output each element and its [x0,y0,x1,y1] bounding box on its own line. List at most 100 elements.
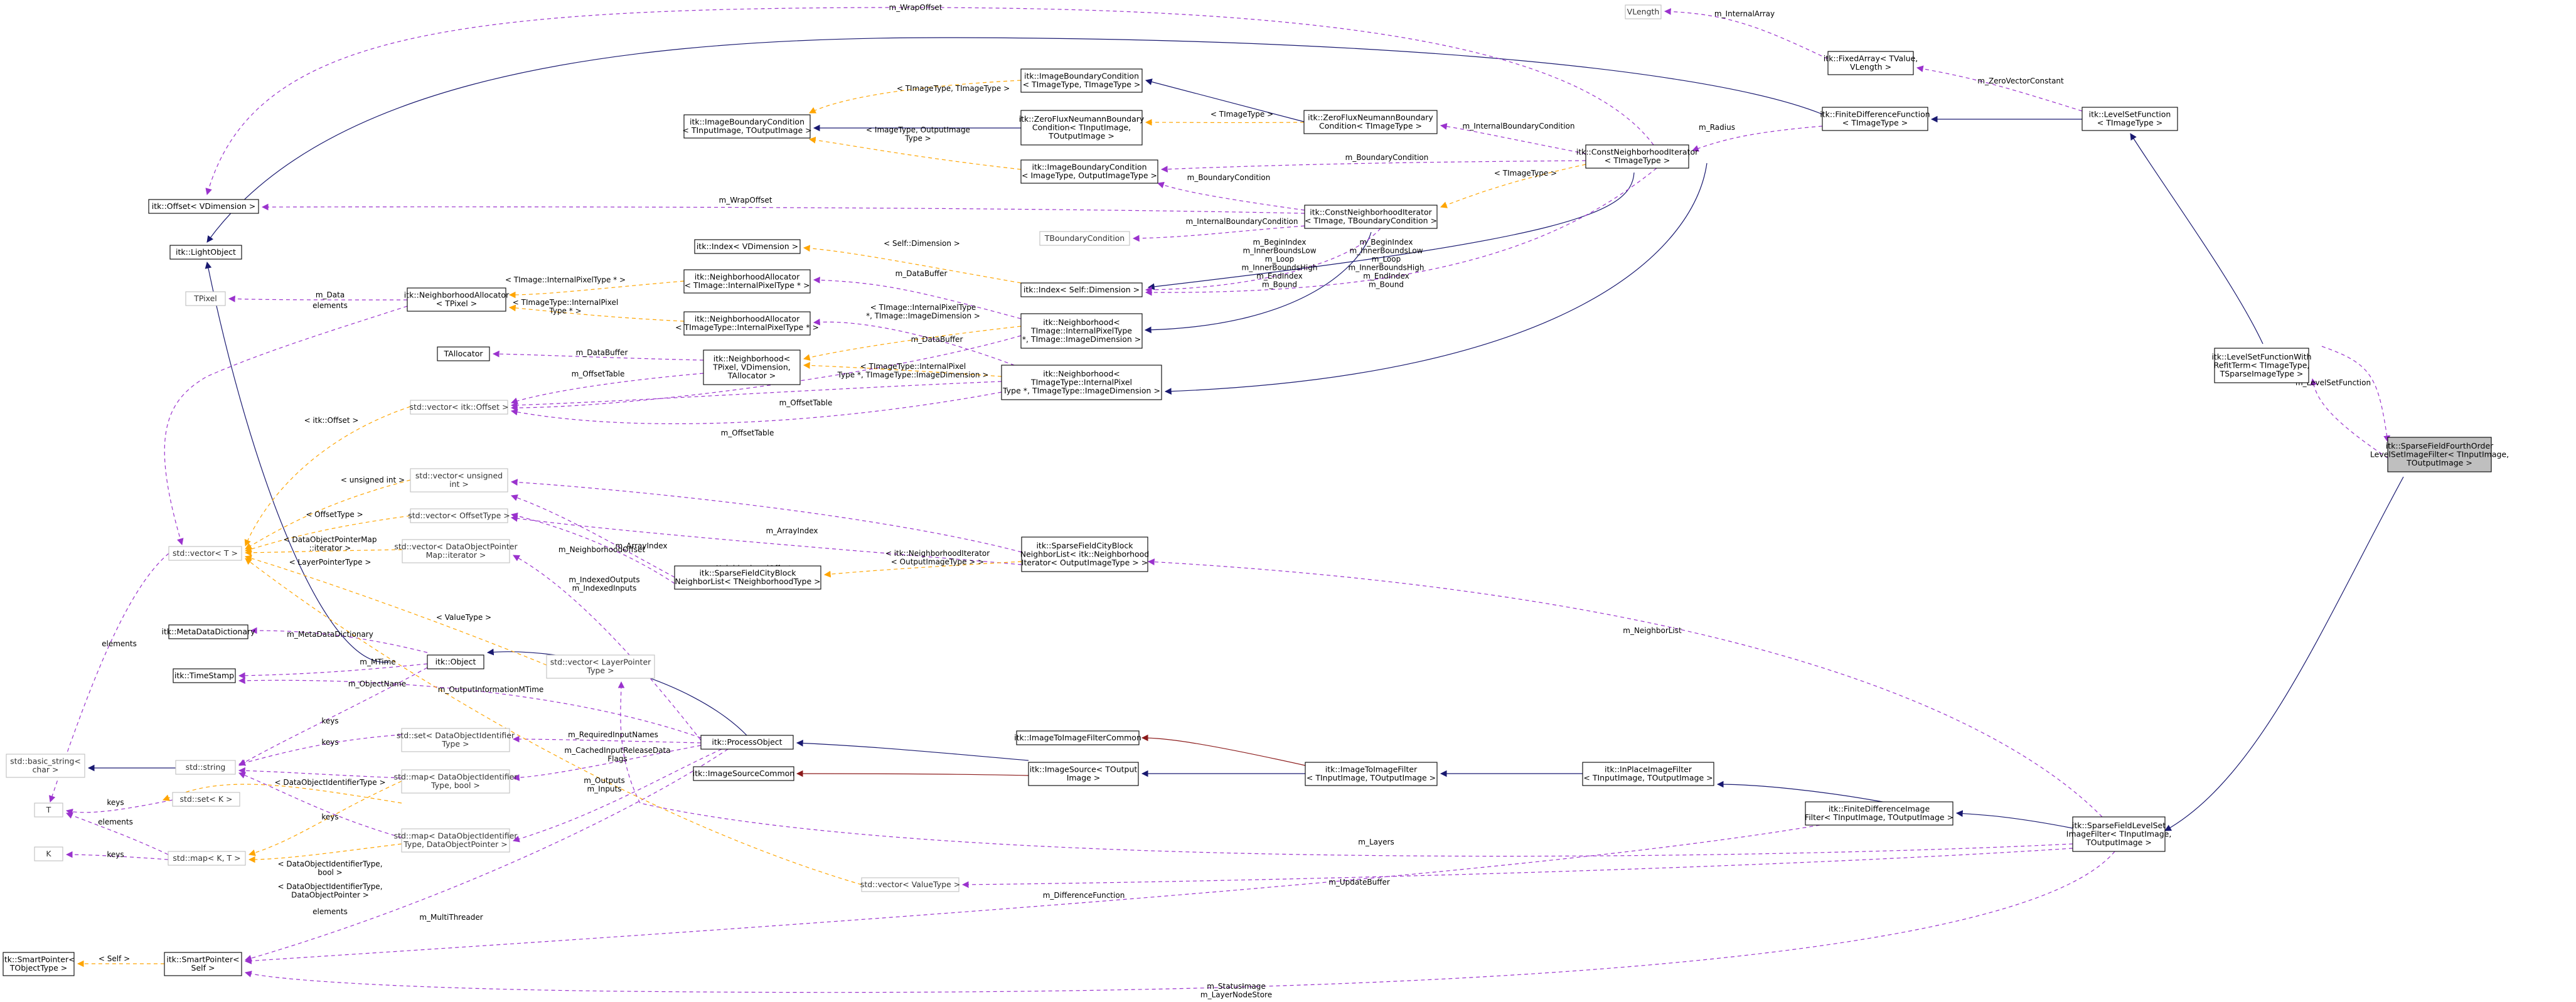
class-node-root[interactable]: itk::SparseFieldFourthOrder LevelSetImage… [2370,437,2509,472]
node-label: K [46,849,51,858]
usage-edge [164,306,408,546]
class-node-basic-string[interactable]: std::basic_string< char > [6,754,85,778]
class-node-cityblock-nl-2[interactable]: itk::SparseFieldCityBlock NeighborList< T… [674,565,821,590]
class-node-tallocator[interactable]: TAllocator [437,346,490,361]
class-node-light-object[interactable]: itk::LightObject [169,245,242,260]
class-node-object[interactable]: itk::Object [427,654,484,669]
edge-label-internal-boundary-condition: m_InternalBoundaryCondition [1463,122,1575,131]
edge-label-line: m_OffsetTable [779,398,833,407]
class-node-process-object[interactable]: itk::ProcessObject [700,735,794,750]
class-node-const-neighborhood-iterator-2[interactable]: itk::ConstNeighborhoodIterator < TImage, … [1304,205,1438,229]
class-node-map-kt[interactable]: std::map< K, T > [168,851,246,866]
private-edge [1141,734,1306,766]
class-node-in-place-filter[interactable]: itk::InPlaceImageFilter < TInputImage, TO… [1582,762,1714,786]
edge-label-line: < ImageType, OutputImage [866,125,970,134]
class-node-map-doi-bool[interactable]: std::map< DataObjectIdentifier Type, bool… [394,769,518,794]
class-node-neighborhood-alloc-1[interactable]: itk::NeighborhoodAllocator < TImage::Inte… [683,269,811,294]
class-node-tboundary-condition[interactable]: TBoundaryCondition [1039,231,1130,246]
class-node-level-set-function-with-refit[interactable]: itk::LevelSetFunctionWith RefitTerm< TIma… [2211,348,2312,383]
edge-label-line: m_InnerBoundsHigh [1349,264,1424,272]
class-node-tpixel[interactable]: TPixel [185,291,226,306]
class-node-smart-pointer-tobject[interactable]: itk::SmartPointer< TObjectType > [2,952,75,976]
edge-label-line: < TImageType::InternalPixel [860,362,966,371]
edge-label-line: m_BeginIndex [1253,238,1307,247]
edge-label-status-image: m_StatusImage m_LayerNodeStore [1200,982,1272,999]
class-node-image-boundary-cond-2[interactable]: itk::ImageBoundaryCondition < ImageType, … [1020,159,1158,184]
edge-label-value-type-1: < ValueType > [436,613,491,622]
edge-label-offset-type: < OffsetType > [306,510,363,519]
class-node-vlength[interactable]: VLength [1625,4,1662,19]
class-node-image-boundary-cond-main[interactable]: itk::ImageBoundaryCondition < TInputImage… [682,114,812,139]
class-node-const-neighborhood-iterator[interactable]: itk::ConstNeighborhoodIterator < TImageTy… [1576,144,1699,169]
class-node-vector-offset-type[interactable]: std::vector< OffsetType > [408,508,510,523]
node-label-line: NeighborList< TNeighborhoodType > [675,577,820,586]
class-node-vector-value-type[interactable]: std::vector< ValueType > [860,877,960,892]
edge-label-neighbor-list: m_NeighborList [1623,626,1682,635]
node-label: itk::ZeroFluxNeumannBoundary Condition< T… [1308,113,1433,131]
class-node-time-stamp[interactable]: itk::TimeStamp [173,668,236,683]
edge-label-line: m_OutputInformationMTime [438,685,544,694]
class-node-offset[interactable]: itk::Offset< VDimension > [148,199,259,214]
class-node-index-vdim[interactable]: itk::Index< VDimension > [694,239,801,254]
edge-label-line: < TImage::InternalPixelType [870,303,976,312]
class-node-finite-difference-image-filter[interactable]: itk::FiniteDifferenceImage Filter< TInput… [1805,801,1953,826]
edge-label-line: m_EndIndex [1363,272,1409,280]
class-node-set-doi[interactable]: std::set< DataObjectIdentifier Type > [397,728,515,752]
node-label: itk::Index< Self::Dimension > [1023,285,1140,294]
class-node-vector-t[interactable]: std::vector< T > [168,546,242,561]
edge-label-line: bool > [318,868,343,877]
node-label-line: Filter< TInputImage, TOutputImage > [1805,813,1953,822]
node-label-line: TOutputImage > [2085,838,2152,847]
class-node-zero-flux-1[interactable]: itk::ZeroFluxNeumannBoundary Condition< T… [1303,110,1438,134]
class-node-t[interactable]: T [34,802,63,818]
class-node-fixed-array[interactable]: itk::FixedArray< TValue, VLength > [1824,51,1918,75]
class-node-neighborhood-main[interactable]: itk::Neighborhood< TPixel, VDimension, TAl… [703,349,801,385]
class-node-cityblock-nl-1[interactable]: itk::SparseFieldCityBlock NeighborList< i… [1020,536,1149,572]
class-node-vector-dop-iter[interactable]: std::vector< DataObjectPointer Map::itera… [394,539,518,563]
edge-label-line: m_MetaDataDictionary [287,630,373,639]
class-node-image-to-image-filter[interactable]: itk::ImageToImageFilter < TInputImage, TO… [1305,762,1438,786]
class-node-vector-layer-pointer[interactable]: std::vector< LayerPointer Type > [546,654,655,679]
class-node-neighborhood-2[interactable]: itk::Neighborhood< TImageType::InternalPi… [1001,365,1162,400]
class-node-image-source-common[interactable]: itk::ImageSourceCommon [693,766,794,781]
class-node-vector-unsigned[interactable]: std::vector< unsigned int > [410,468,508,493]
node-label: itk::NeighborhoodAllocator < TImage::Inte… [684,272,810,290]
usage-edge [238,734,402,766]
class-node-index-self[interactable]: itk::Index< Self::Dimension > [1020,282,1143,297]
class-node-finite-difference-function[interactable]: itk::FiniteDifferenceFunction < TImageTyp… [1820,107,1930,131]
node-label-line: < TImageType, TImageType > [1023,80,1141,89]
class-node-map-doi-dop[interactable]: std::map< DataObjectIdentifier Type, Data… [394,828,518,853]
node-label-line: < TImage, TBoundaryCondition > [1305,216,1437,225]
class-node-meta-data-dictionary[interactable]: itk::MetaDataDictionary [161,624,255,639]
class-node-k[interactable]: K [34,846,63,861]
class-node-neighborhood-alloc-2[interactable]: itk::NeighborhoodAllocator < TImageType::… [675,311,819,336]
node-label: std::set< K > [180,794,233,804]
class-node-image-boundary-cond-1[interactable]: itk::ImageBoundaryCondition < TImageType,… [1020,68,1143,93]
edge-label-line: ::iterator > [309,544,351,553]
class-node-zero-flux-2[interactable]: itk::ZeroFluxNeumannBoundary Condition< T… [1019,110,1145,146]
edge-label-line: m_DataBuffer [911,335,963,344]
class-node-neighborhood-1[interactable]: itk::Neighborhood< TImage::InternalPixelT… [1020,313,1143,349]
node-label-line: Type, bool > [430,781,480,790]
edge-label-timagetype-2: < TImageType > [1494,169,1557,178]
node-label-line: itk::TimeStamp [174,671,234,680]
class-node-level-set-function[interactable]: itk::LevelSetFunction < TImageType > [2082,107,2178,131]
inherit-edge [206,37,1823,243]
class-node-vector-offset[interactable]: std::vector< itk::Offset > [410,400,509,415]
node-label-line: < TImageType::InternalPixelType * > [675,322,819,332]
edge-label-doi-type-bool: < DataObjectIdentifierType, bool > [277,860,382,877]
edge-label-outputs-inputs: m_Outputs m_Inputs [584,776,625,794]
edge-label-data: m_Data [316,290,345,299]
node-label-line: itk::MetaDataDictionary [161,627,255,636]
edge-label-line: m_WrapOffset [889,3,943,12]
edge-label-line: m_WrapOffset [719,196,772,205]
edge-label-line: m_NeighborList [1623,626,1682,635]
class-node-image-to-image-filter-common[interactable]: itk::ImageToImageFilterCommon [1014,730,1141,745]
node-label-line: < TImage::InternalPixelType * > [684,280,810,290]
class-node-string[interactable]: std::string [175,760,236,775]
class-node-set-k[interactable]: std::set< K > [172,792,240,807]
class-node-neighborhood-alloc-main[interactable]: itk::NeighborhoodAllocator < TPixel > [404,287,510,312]
class-node-sparse-field-level-set[interactable]: itk::SparseFieldLevelSet ImageFilter< TIn… [2066,816,2172,852]
class-node-smart-pointer-self[interactable]: itk::SmartPointer< Self > [164,952,242,976]
class-node-image-source[interactable]: itk::ImageSource< TOutput Image > [1028,762,1139,786]
